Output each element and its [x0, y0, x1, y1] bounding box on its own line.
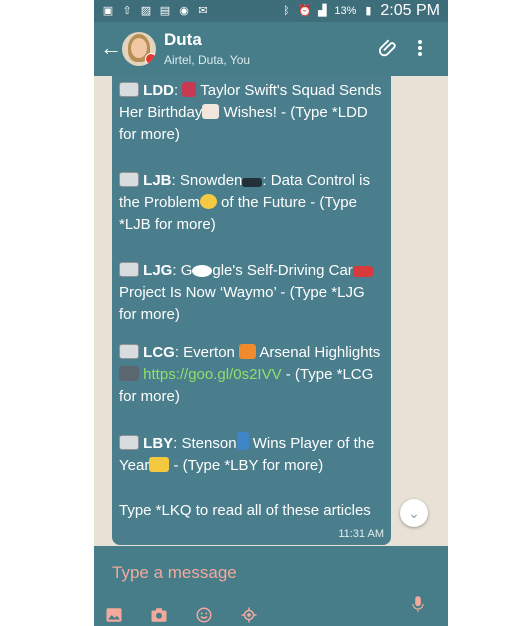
message-timestamp: 11:31 AM: [338, 528, 384, 540]
chat-participants[interactable]: Airtel, Duta, You: [164, 53, 250, 67]
news-item-lby: LBY: Stenson Wins Player of the Year - (…: [119, 432, 385, 477]
news-code: LDD: [143, 82, 174, 99]
camera-icon[interactable]: [150, 606, 168, 624]
car-emoji-icon: [352, 266, 373, 277]
sweat-face-emoji-icon: [199, 194, 217, 209]
more-options-icon[interactable]: [416, 38, 424, 60]
news-item-ljg: LJG: Ggle's Self-Driving Car Project Is …: [119, 260, 385, 326]
scroll-to-bottom-button[interactable]: ⌄: [400, 499, 428, 527]
back-arrow-icon[interactable]: ←: [100, 36, 122, 60]
location-icon[interactable]: [240, 606, 258, 624]
golfer-emoji-icon: [236, 432, 249, 450]
wifi-icon: ◉: [179, 5, 189, 17]
news-item-ldd: LDD: Taylor Swift's Squad Sends Her Birt…: [119, 82, 382, 143]
phone-screen: ▣ ⇧ ▨ ▤ ◉ ✉ ᛒ ⏰ ▟ 13% ▮ 2:05 PM ← Duta A…: [94, 0, 448, 626]
message-bubble[interactable]: LDD: Taylor Swift's Squad Sends Her Birt…: [112, 76, 391, 545]
status-system: ᛒ ⏰ ▟ 13% ▮ 2:05 PM: [280, 2, 448, 20]
message-composer: Type a message: [94, 546, 448, 626]
message-input[interactable]: Type a message: [112, 563, 237, 583]
status-notifications: ▣ ⇧ ▨ ▤ ◉ ✉: [94, 5, 209, 17]
battery-level: 13%: [334, 5, 357, 17]
news-item-lcg: LCG: Everton Arsenal Highlights https://…: [119, 344, 381, 405]
news-code: LJG: [143, 262, 173, 279]
battery-icon: ▮: [365, 5, 372, 17]
upload-icon: ⇧: [122, 5, 132, 17]
alarm-icon: ⏰: [298, 5, 313, 17]
newspaper-icon: [119, 262, 139, 277]
footer-instruction: Type *LKQ to read all of these articles: [119, 502, 371, 519]
microphone-icon[interactable]: [411, 595, 425, 613]
gallery-icon[interactable]: [105, 606, 123, 624]
bluetooth-icon: ᛒ: [283, 5, 290, 17]
image-icon: ▨: [140, 5, 152, 17]
group-avatar[interactable]: [122, 32, 156, 66]
news-code: LCG: [143, 344, 175, 361]
news-code: LJB: [143, 172, 172, 189]
glasses-emoji-icon: [242, 178, 263, 187]
vs-emoji-icon: [239, 344, 257, 359]
article-link[interactable]: https://goo.gl/0s2IVV: [143, 366, 281, 383]
newspaper-icon: [119, 82, 139, 97]
clock: 2:05 PM: [380, 2, 440, 19]
newspaper-icon: [119, 435, 139, 450]
mail-icon: ✉: [198, 5, 208, 17]
news-code: LBY: [143, 435, 174, 452]
emoji-icon[interactable]: [195, 606, 213, 624]
party-emoji-icon: [149, 457, 170, 472]
video-camera-emoji-icon: [119, 366, 139, 381]
chat-notification-icon: ▣: [102, 5, 114, 17]
newspaper-icon: [119, 172, 139, 187]
eyes-emoji-icon: [192, 265, 213, 277]
status-bar: ▣ ⇧ ▨ ▤ ◉ ✉ ᛒ ⏰ ▟ 13% ▮ 2:05 PM: [94, 0, 448, 22]
chevron-down-icon: ⌄: [408, 505, 420, 521]
newspaper-icon: [119, 344, 139, 359]
signal-icon: ▟: [318, 5, 327, 17]
attach-icon[interactable]: [378, 37, 400, 59]
news-item-ljb: LJB: Snowden: Data Control is the Proble…: [119, 172, 370, 233]
chat-title[interactable]: Duta: [164, 30, 202, 50]
chat-header: ← Duta Airtel, Duta, You: [94, 22, 448, 76]
dancer-emoji-icon: [182, 82, 197, 97]
message-icon: ▤: [159, 5, 171, 17]
cake-emoji-icon: [202, 104, 220, 119]
